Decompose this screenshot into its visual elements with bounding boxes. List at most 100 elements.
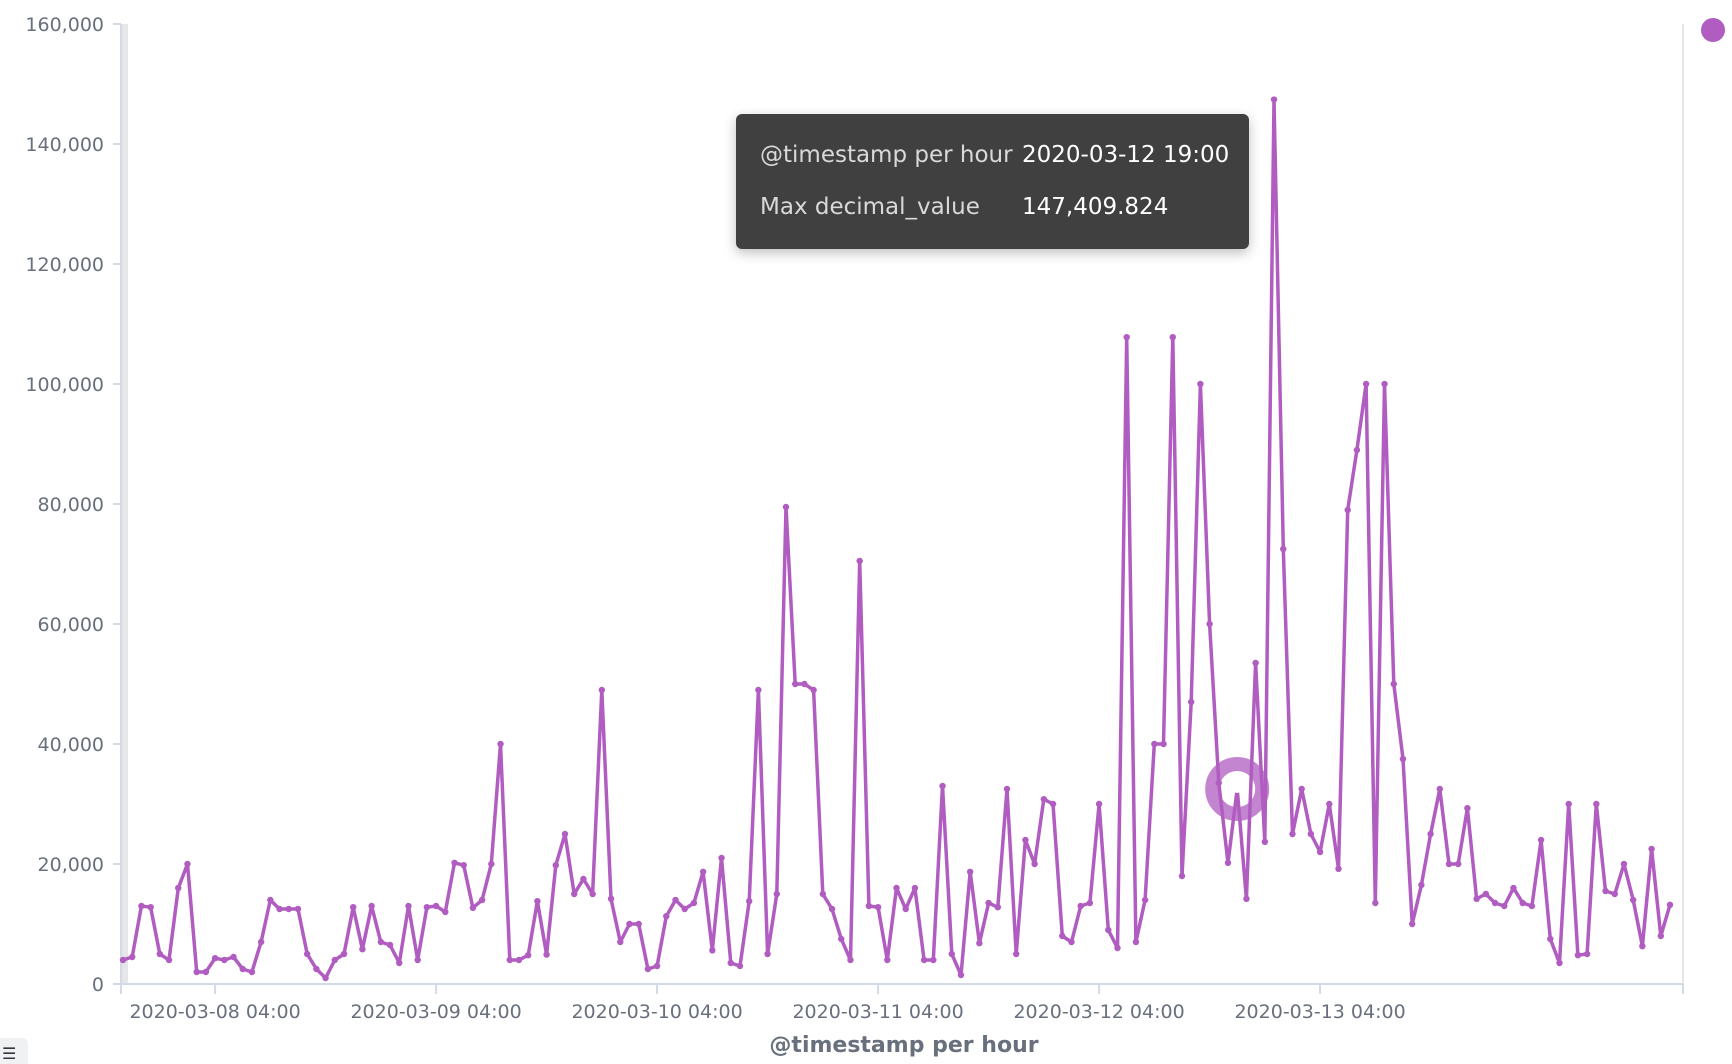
data-point[interactable] xyxy=(432,902,440,910)
data-point[interactable] xyxy=(745,898,753,905)
data-point[interactable] xyxy=(607,895,615,902)
data-point[interactable] xyxy=(856,557,863,565)
data-point[interactable] xyxy=(1482,890,1490,898)
data-point[interactable] xyxy=(884,956,891,964)
data-point[interactable] xyxy=(221,956,228,964)
data-point[interactable] xyxy=(1344,506,1351,514)
data-point[interactable] xyxy=(248,968,256,976)
data-point[interactable] xyxy=(1280,545,1287,553)
data-point[interactable] xyxy=(1666,901,1674,908)
chart-menu-button[interactable]: ☰ xyxy=(0,1038,28,1064)
highlight-point[interactable] xyxy=(1233,785,1242,793)
data-point[interactable] xyxy=(497,740,504,748)
data-point[interactable] xyxy=(405,902,412,910)
data-point[interactable] xyxy=(1519,899,1526,907)
data-point[interactable] xyxy=(920,956,928,964)
data-point[interactable] xyxy=(865,902,873,910)
data-point[interactable] xyxy=(396,959,403,967)
data-point[interactable] xyxy=(1095,800,1103,808)
data-point[interactable] xyxy=(211,955,219,962)
data-point[interactable] xyxy=(488,860,495,868)
data-point[interactable] xyxy=(764,950,771,958)
data-point[interactable] xyxy=(1390,680,1397,688)
data-point[interactable] xyxy=(1427,830,1434,838)
data-point[interactable] xyxy=(985,899,992,907)
data-point[interactable] xyxy=(377,938,385,946)
data-point[interactable] xyxy=(543,951,550,958)
data-point[interactable] xyxy=(966,868,974,875)
data-point[interactable] xyxy=(147,904,154,911)
data-point[interactable] xyxy=(957,971,965,979)
data-point[interactable] xyxy=(1178,872,1186,880)
data-point[interactable] xyxy=(948,950,955,958)
data-point[interactable] xyxy=(1307,830,1315,838)
data-point[interactable] xyxy=(681,905,688,913)
data-point[interactable] xyxy=(322,974,329,982)
data-point[interactable] xyxy=(1316,848,1324,856)
data-point[interactable] xyxy=(165,956,173,964)
data-point[interactable] xyxy=(736,962,744,970)
data-point[interactable] xyxy=(819,890,827,898)
data-point[interactable] xyxy=(1464,805,1471,812)
data-point[interactable] xyxy=(571,890,578,898)
data-point[interactable] xyxy=(1455,860,1462,868)
data-point[interactable] xyxy=(1224,859,1232,866)
data-point[interactable] xyxy=(902,905,909,913)
data-point[interactable] xyxy=(534,898,541,905)
data-point[interactable] xyxy=(239,965,246,973)
data-point[interactable] xyxy=(1362,380,1370,388)
data-point[interactable] xyxy=(994,904,1001,911)
data-point[interactable] xyxy=(635,920,642,928)
data-point[interactable] xyxy=(1086,899,1094,907)
data-point[interactable] xyxy=(506,956,513,964)
data-point[interactable] xyxy=(1298,785,1305,793)
data-point[interactable] xyxy=(773,890,780,898)
data-point[interactable] xyxy=(1528,902,1536,910)
data-point[interactable] xyxy=(663,913,670,920)
data-point[interactable] xyxy=(874,904,882,911)
data-point[interactable] xyxy=(1068,938,1075,946)
data-point[interactable] xyxy=(1114,944,1121,952)
data-point[interactable] xyxy=(442,908,449,916)
data-point[interactable] xyxy=(414,956,421,964)
data-point[interactable] xyxy=(267,896,274,904)
data-point[interactable] xyxy=(1418,881,1425,889)
data-point[interactable] xyxy=(129,953,136,961)
data-point[interactable] xyxy=(156,950,164,958)
data-point[interactable] xyxy=(1574,952,1582,959)
data-point[interactable] xyxy=(1031,860,1038,868)
data-point[interactable] xyxy=(1261,838,1269,845)
data-point[interactable] xyxy=(230,953,237,961)
data-point[interactable] xyxy=(1049,800,1057,808)
data-point[interactable] xyxy=(1510,884,1517,892)
data-point[interactable] xyxy=(792,680,799,688)
data-point[interactable] xyxy=(1436,785,1443,793)
data-point[interactable] xyxy=(1059,932,1066,940)
data-point[interactable] xyxy=(617,938,624,946)
data-point[interactable] xyxy=(138,902,145,910)
data-point[interactable] xyxy=(1141,896,1149,904)
data-point[interactable] xyxy=(1123,334,1130,341)
data-point[interactable] xyxy=(976,940,983,947)
data-point[interactable] xyxy=(1473,895,1480,902)
data-point[interactable] xyxy=(1408,920,1416,928)
data-point[interactable] xyxy=(1399,755,1407,763)
data-point[interactable] xyxy=(1445,860,1453,868)
data-point[interactable] xyxy=(930,956,937,964)
data-point[interactable] xyxy=(423,904,431,911)
data-point[interactable] xyxy=(1013,950,1020,958)
data-point[interactable] xyxy=(1639,943,1646,950)
data-point[interactable] xyxy=(303,950,311,958)
data-point[interactable] xyxy=(515,956,523,964)
data-point[interactable] xyxy=(1197,380,1204,388)
data-point[interactable] xyxy=(1252,659,1259,667)
data-point[interactable] xyxy=(478,896,486,904)
data-point[interactable] xyxy=(1040,796,1048,803)
data-point[interactable] xyxy=(1657,932,1664,940)
data-point[interactable] xyxy=(1602,887,1609,895)
data-point[interactable] xyxy=(1583,950,1591,958)
data-point[interactable] xyxy=(285,905,292,913)
data-point[interactable] xyxy=(801,680,808,688)
data-point[interactable] xyxy=(838,935,845,943)
data-point[interactable] xyxy=(1105,926,1112,934)
